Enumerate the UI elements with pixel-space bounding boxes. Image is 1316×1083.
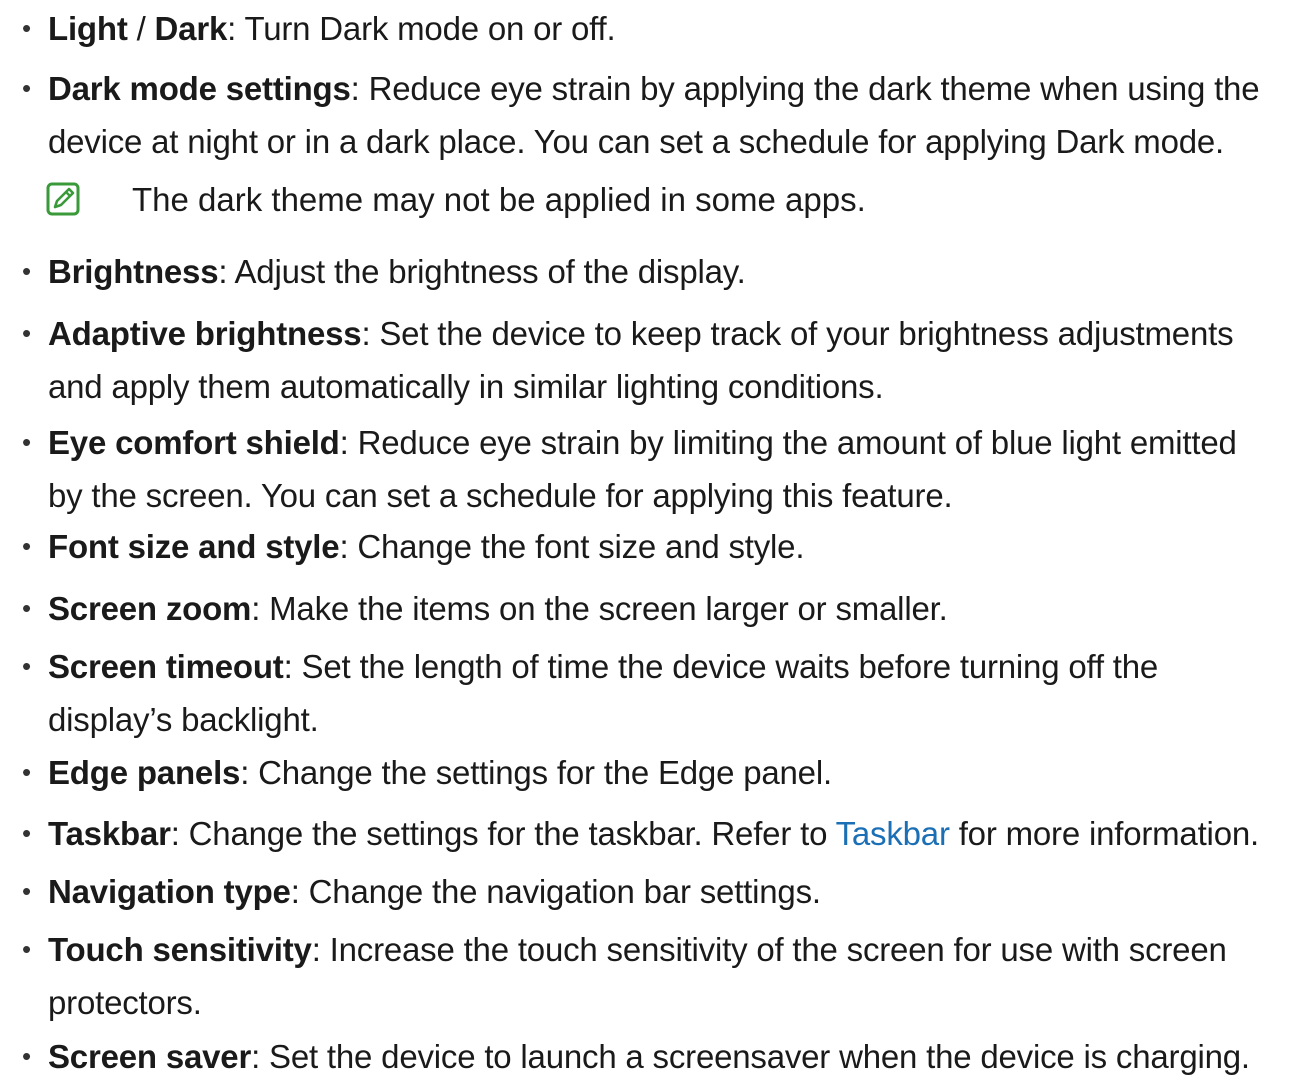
item-term: Touch sensitivity [48, 931, 312, 968]
term-separator: / [127, 10, 155, 47]
item-text: Light / Dark: Turn Dark mode on or off. [48, 2, 1316, 55]
bullet: • [22, 876, 31, 906]
item-term: Light [48, 10, 128, 47]
note-callout: The dark theme may not be applied in som… [46, 175, 1046, 225]
bullet: • [22, 934, 31, 964]
item-desc: : Change the settings for the Edge panel… [240, 754, 832, 791]
item-desc-cont: by the screen. You can set a schedule fo… [48, 477, 953, 514]
item-desc-cont: protectors. [48, 984, 202, 1021]
item-desc: : Change the font size and style. [339, 528, 805, 565]
item-term: Brightness [48, 253, 219, 290]
item-text: Screen saver: Set the device to launch a… [48, 1030, 1316, 1083]
item-desc: : Adjust the brightness of the display. [218, 253, 746, 290]
item-text: Eye comfort shield: Reduce eye strain by… [48, 416, 1316, 522]
item-desc: : Change the navigation bar settings. [290, 873, 821, 910]
bullet: • [22, 427, 31, 457]
item-desc: : Make the items on the screen larger or… [251, 590, 948, 627]
item-text: Dark mode settings: Reduce eye strain by… [48, 62, 1316, 168]
bullet: • [22, 1041, 31, 1071]
item-term: Screen timeout [48, 648, 284, 685]
bullet: • [22, 73, 31, 103]
item-desc: : Change the settings for the taskbar. R… [170, 815, 836, 852]
item-desc-cont: display’s backlight. [48, 701, 319, 738]
item-term: Font size and style [48, 528, 340, 565]
item-text: Brightness: Adjust the brightness of the… [48, 245, 1316, 298]
item-term: Eye comfort shield [48, 424, 340, 461]
item-text: Screen zoom: Make the items on the scree… [48, 582, 1316, 635]
bullet: • [22, 318, 31, 348]
item-term: Screen saver [48, 1038, 252, 1075]
item-desc: : Set the length of time the device wait… [283, 648, 1159, 685]
note-pencil-icon [46, 182, 80, 216]
item-text: Taskbar: Change the settings for the tas… [48, 807, 1316, 860]
item-term: Taskbar [48, 815, 171, 852]
item-text: Edge panels: Change the settings for the… [48, 746, 1316, 799]
item-text: Screen timeout: Set the length of time t… [48, 640, 1316, 746]
item-text: Touch sensitivity: Increase the touch se… [48, 923, 1316, 1029]
bullet: • [22, 256, 31, 286]
note-text: The dark theme may not be applied in som… [132, 181, 866, 218]
item-desc: : Set the device to launch a screensaver… [251, 1038, 1250, 1075]
item-desc: : Reduce eye strain by limiting the amou… [339, 424, 1237, 461]
item-desc-cont: and apply them automatically in similar … [48, 368, 884, 405]
item-desc: : Turn Dark mode on or off. [227, 10, 616, 47]
item-desc-cont: device at night or in a dark place. You … [48, 123, 1224, 160]
item-term: Dark mode settings [48, 70, 351, 107]
item-desc: for more information. [949, 815, 1259, 852]
bullet: • [22, 818, 31, 848]
item-desc: : Increase the touch sensitivity of the … [311, 931, 1227, 968]
item-term: Navigation type [48, 873, 291, 910]
item-text: Font size and style: Change the font siz… [48, 520, 1316, 573]
bullet: • [22, 531, 31, 561]
bullet: • [22, 13, 31, 43]
bullet: • [22, 651, 31, 681]
item-desc: : Reduce eye strain by applying the dark… [350, 70, 1260, 107]
item-term: Dark [154, 10, 228, 47]
item-term: Adaptive brightness [48, 315, 362, 352]
item-term: Screen zoom [48, 590, 252, 627]
item-desc: : Set the device to keep track of your b… [361, 315, 1234, 352]
bullet: • [22, 757, 31, 787]
taskbar-link[interactable]: Taskbar [836, 815, 950, 852]
bullet: • [22, 593, 31, 623]
item-text: Navigation type: Change the navigation b… [48, 865, 1316, 918]
item-term: Edge panels [48, 754, 241, 791]
item-text: Adaptive brightness: Set the device to k… [48, 307, 1316, 413]
